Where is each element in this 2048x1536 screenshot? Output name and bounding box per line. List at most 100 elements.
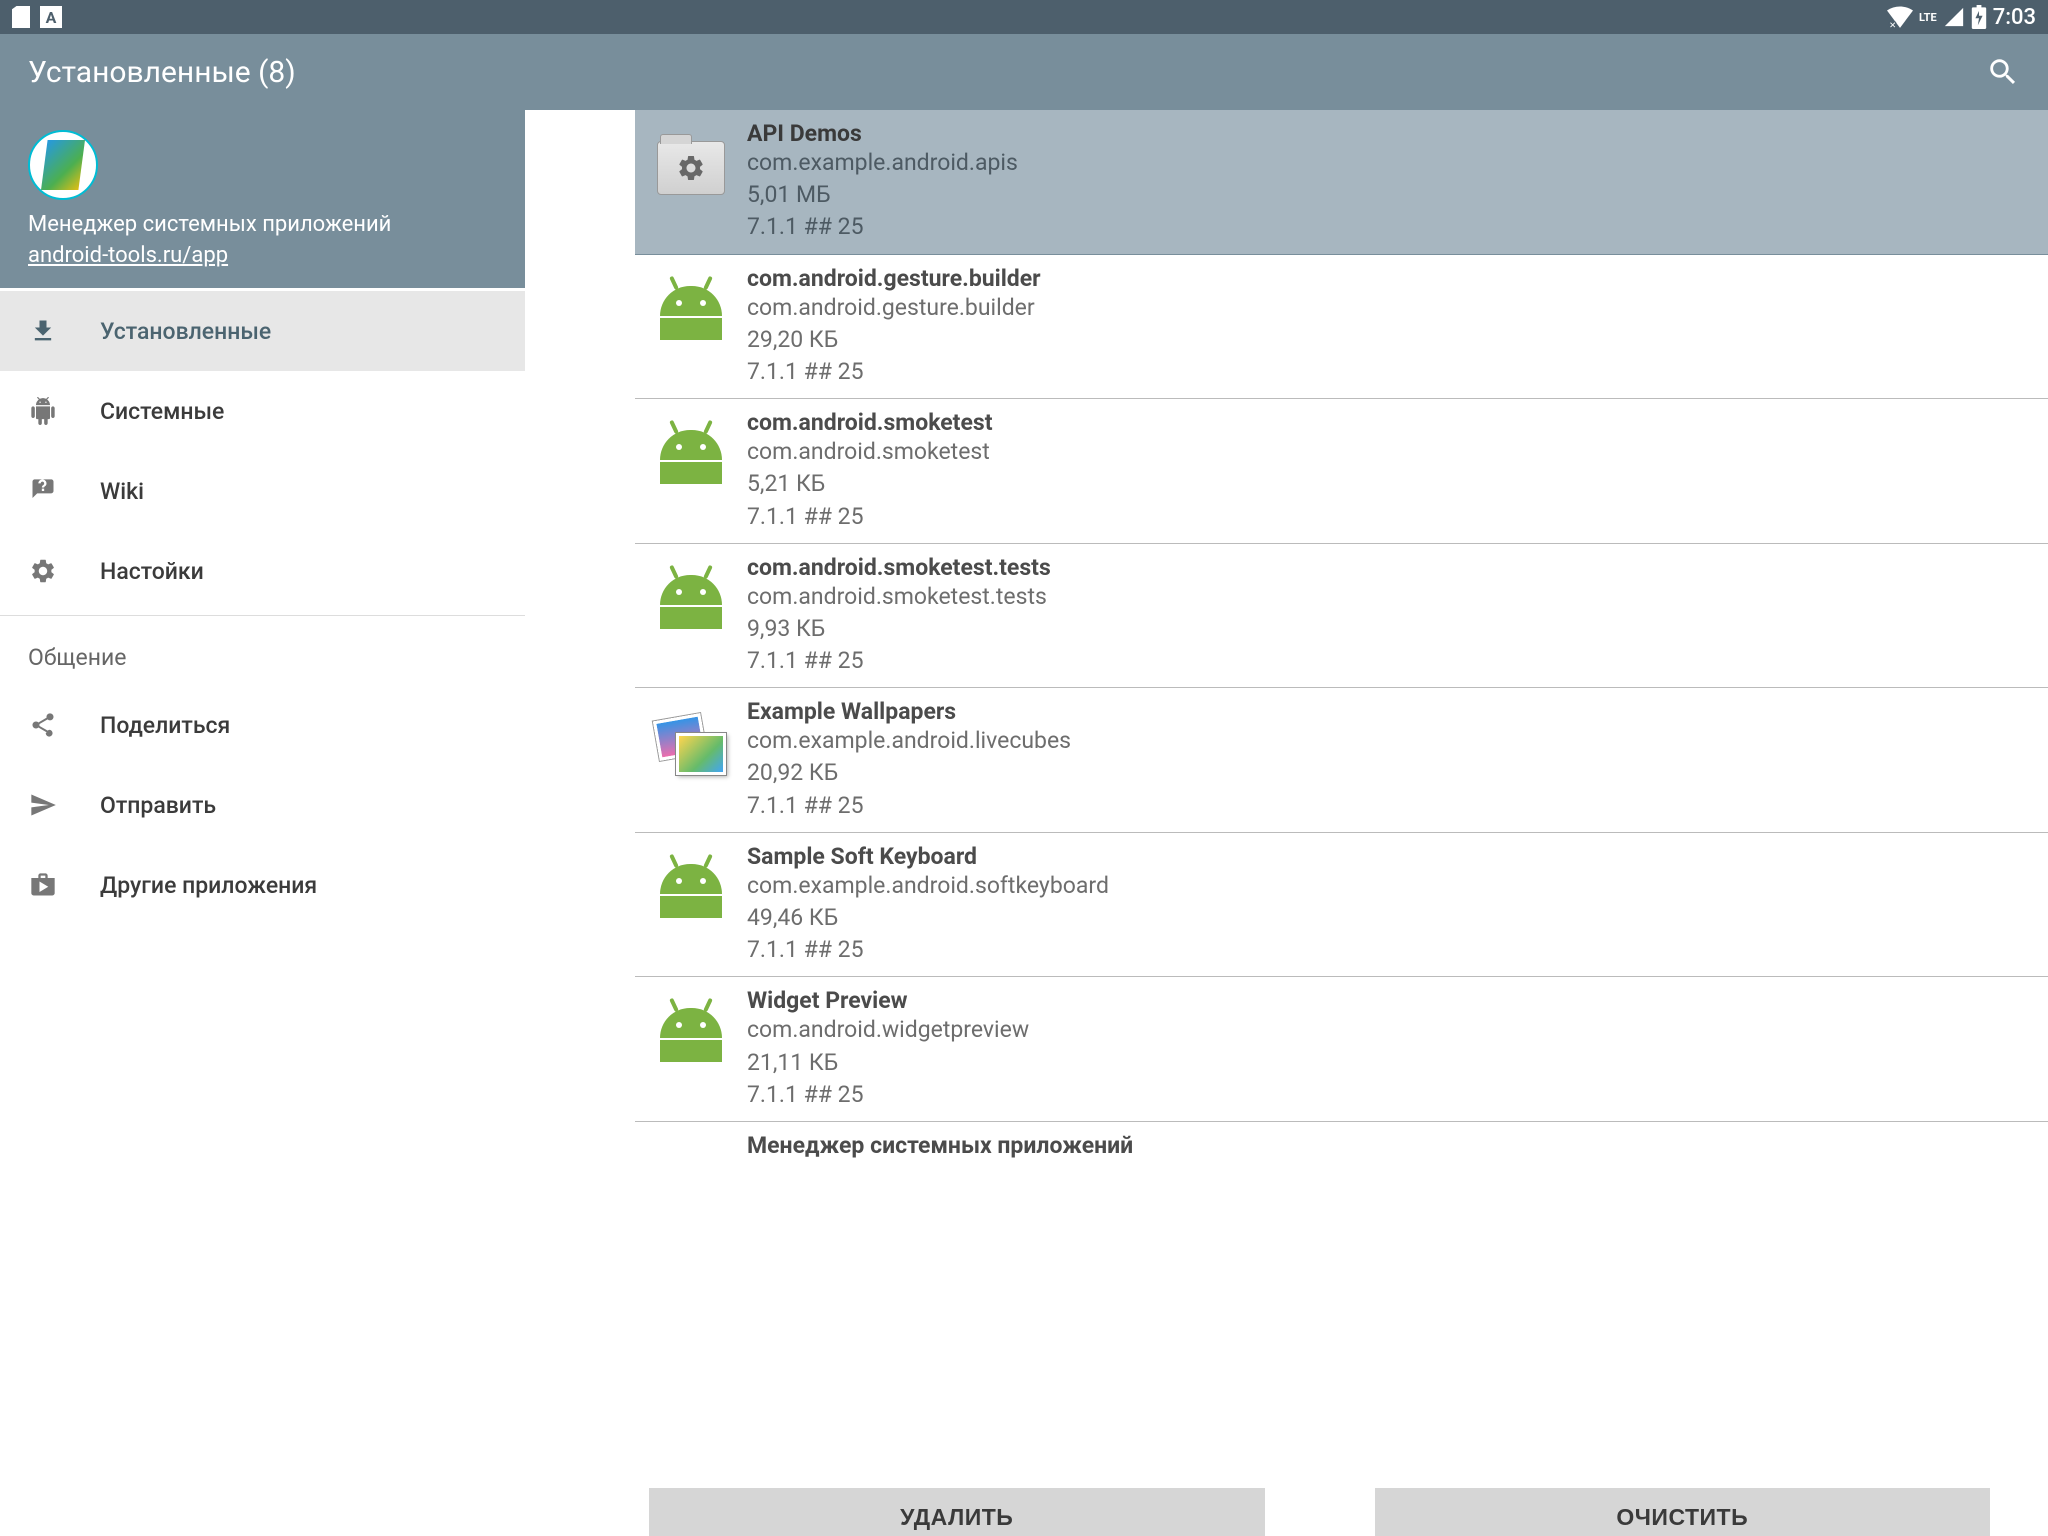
folder-gear-icon: [657, 141, 725, 195]
divider: [0, 615, 525, 616]
android-app-icon: [660, 864, 722, 918]
app-details: Example Wallpaperscom.example.android.li…: [747, 698, 2034, 832]
wallpaper-icon: [656, 717, 726, 775]
sidebar-item-settings[interactable]: Настойки: [0, 531, 525, 611]
app-package-label: com.example.android.softkeyboard: [747, 870, 2034, 902]
clear-button[interactable]: ОЧИСТИТЬ: [1375, 1488, 1991, 1536]
app-icon-wrap: [649, 849, 733, 933]
app-package-label: com.example.android.livecubes: [747, 725, 2034, 757]
app-name-label: Менеджер системных приложений: [28, 212, 497, 237]
sidebar-item-label: Другие приложения: [100, 872, 317, 899]
app-name-label: Widget Preview: [747, 987, 2034, 1014]
app-version-label: 7.1.1 ## 25: [747, 211, 2034, 243]
sidebar-header: Менеджер системных приложений android-to…: [0, 110, 525, 288]
app-indicator-icon: A: [40, 6, 62, 28]
app-name-label: Менеджер системных приложений: [747, 1132, 2034, 1158]
app-version-label: 7.1.1 ## 25: [747, 356, 2034, 388]
sidebar-item-more-apps[interactable]: Другие приложения: [0, 845, 525, 925]
help-icon: [28, 476, 58, 506]
app-details: Widget Previewcom.android.widgetpreview2…: [747, 987, 2034, 1121]
clock: 7:03: [1993, 5, 2036, 30]
sidebar-item-wiki[interactable]: Wiki: [0, 451, 525, 531]
app-row[interactable]: API Demoscom.example.android.apis5,01 МБ…: [635, 110, 2048, 255]
app-name-label: Example Wallpapers: [747, 698, 2034, 725]
search-icon[interactable]: [1986, 55, 2020, 89]
svg-text:✕: ✕: [1889, 21, 1896, 28]
android-app-icon: [660, 430, 722, 484]
shop-icon: [28, 870, 58, 900]
app-row[interactable]: com.android.smoketestcom.android.smokete…: [635, 399, 2048, 544]
app-package-label: com.android.smoketest: [747, 436, 2034, 468]
main-area: API Demoscom.example.android.apis5,01 МБ…: [525, 110, 2048, 1474]
app-logo-icon: [28, 130, 98, 200]
app-size-label: 9,93 КБ: [747, 613, 2034, 645]
app-row[interactable]: Widget Previewcom.android.widgetpreview2…: [635, 977, 2048, 1122]
signal-icon: [1943, 6, 1965, 28]
app-name-label: com.android.smoketest.tests: [747, 554, 2034, 581]
app-details: com.android.gesture.buildercom.android.g…: [747, 265, 2034, 399]
app-name-label: API Demos: [747, 120, 2034, 147]
app-version-label: 7.1.1 ## 25: [747, 1079, 2034, 1111]
app-header: Установленные (8): [0, 34, 2048, 110]
app-row[interactable]: Менеджер системных приложений: [635, 1122, 2048, 1158]
app-name-label: com.android.smoketest: [747, 409, 2034, 436]
app-details: com.android.smoketest.testscom.android.s…: [747, 554, 2034, 688]
section-label-social: Общение: [0, 620, 525, 685]
content: Менеджер системных приложений android-to…: [0, 110, 2048, 1474]
app-size-label: 5,01 МБ: [747, 179, 2034, 211]
app-list: API Demoscom.example.android.apis5,01 МБ…: [525, 110, 2048, 1474]
app-version-label: 7.1.1 ## 25: [747, 501, 2034, 533]
app-name-label: com.android.gesture.builder: [747, 265, 2034, 292]
app-version-label: 7.1.1 ## 25: [747, 790, 2034, 822]
app-row[interactable]: com.android.gesture.buildercom.android.g…: [635, 255, 2048, 400]
app-row[interactable]: com.android.smoketest.testscom.android.s…: [635, 544, 2048, 689]
sidebar-item-label: Отправить: [100, 792, 216, 819]
app-name-label: Sample Soft Keyboard: [747, 843, 2034, 870]
app-row[interactable]: Example Wallpaperscom.example.android.li…: [635, 688, 2048, 833]
app-link[interactable]: android-tools.ru/app: [28, 243, 228, 268]
app-package-label: com.example.android.apis: [747, 147, 2034, 179]
nav-social: Поделиться Отправить Другие приложения: [0, 685, 525, 925]
app-details: Менеджер системных приложений: [747, 1132, 2034, 1158]
app-package-label: com.android.widgetpreview: [747, 1014, 2034, 1046]
page-title: Установленные (8): [28, 55, 296, 90]
sidebar-item-label: Поделиться: [100, 712, 230, 739]
app-size-label: 29,20 КБ: [747, 324, 2034, 356]
action-bar: УДАЛИТЬ ОЧИСТИТЬ: [525, 1474, 2048, 1536]
app-icon-wrap: [649, 271, 733, 355]
app-size-label: 49,46 КБ: [747, 902, 2034, 934]
app-icon-wrap: [649, 126, 733, 210]
app-version-label: 7.1.1 ## 25: [747, 934, 2034, 966]
app-details: com.android.smoketestcom.android.smokete…: [747, 409, 2034, 543]
app-size-label: 21,11 КБ: [747, 1047, 2034, 1079]
lte-label: LTE: [1919, 11, 1937, 24]
status-right: ✕ LTE 7:03: [1887, 5, 2036, 30]
app-row[interactable]: Sample Soft Keyboardcom.example.android.…: [635, 833, 2048, 978]
sidebar: Менеджер системных приложений android-to…: [0, 110, 525, 1474]
app-icon-wrap: [649, 1138, 733, 1158]
battery-charging-icon: [1971, 5, 1987, 29]
status-bar: A ✕ LTE 7:03: [0, 0, 2048, 34]
app-icon-wrap: [649, 993, 733, 1077]
app-package-label: com.android.smoketest.tests: [747, 581, 2034, 613]
sidebar-item-label: Настойки: [100, 558, 204, 585]
sidebar-item-send[interactable]: Отправить: [0, 765, 525, 845]
download-icon: [28, 316, 58, 346]
app-details: Sample Soft Keyboardcom.example.android.…: [747, 843, 2034, 977]
settings-icon: [28, 556, 58, 586]
wifi-icon: ✕: [1887, 6, 1913, 28]
android-app-icon: [660, 286, 722, 340]
android-app-icon: [660, 1008, 722, 1062]
sdcard-icon: [12, 6, 30, 28]
sidebar-item-share[interactable]: Поделиться: [0, 685, 525, 765]
sidebar-item-label: Установленные: [100, 318, 271, 345]
app-size-label: 20,92 КБ: [747, 757, 2034, 789]
sidebar-item-system[interactable]: Системные: [0, 371, 525, 451]
sidebar-item-installed[interactable]: Установленные: [0, 291, 525, 371]
app-icon-wrap: [649, 704, 733, 788]
android-app-icon: [660, 575, 722, 629]
delete-button[interactable]: УДАЛИТЬ: [649, 1488, 1265, 1536]
sidebar-item-label: Wiki: [100, 478, 144, 505]
send-icon: [28, 790, 58, 820]
nav-main: Установленные Системные Wiki Настойки: [0, 291, 525, 611]
